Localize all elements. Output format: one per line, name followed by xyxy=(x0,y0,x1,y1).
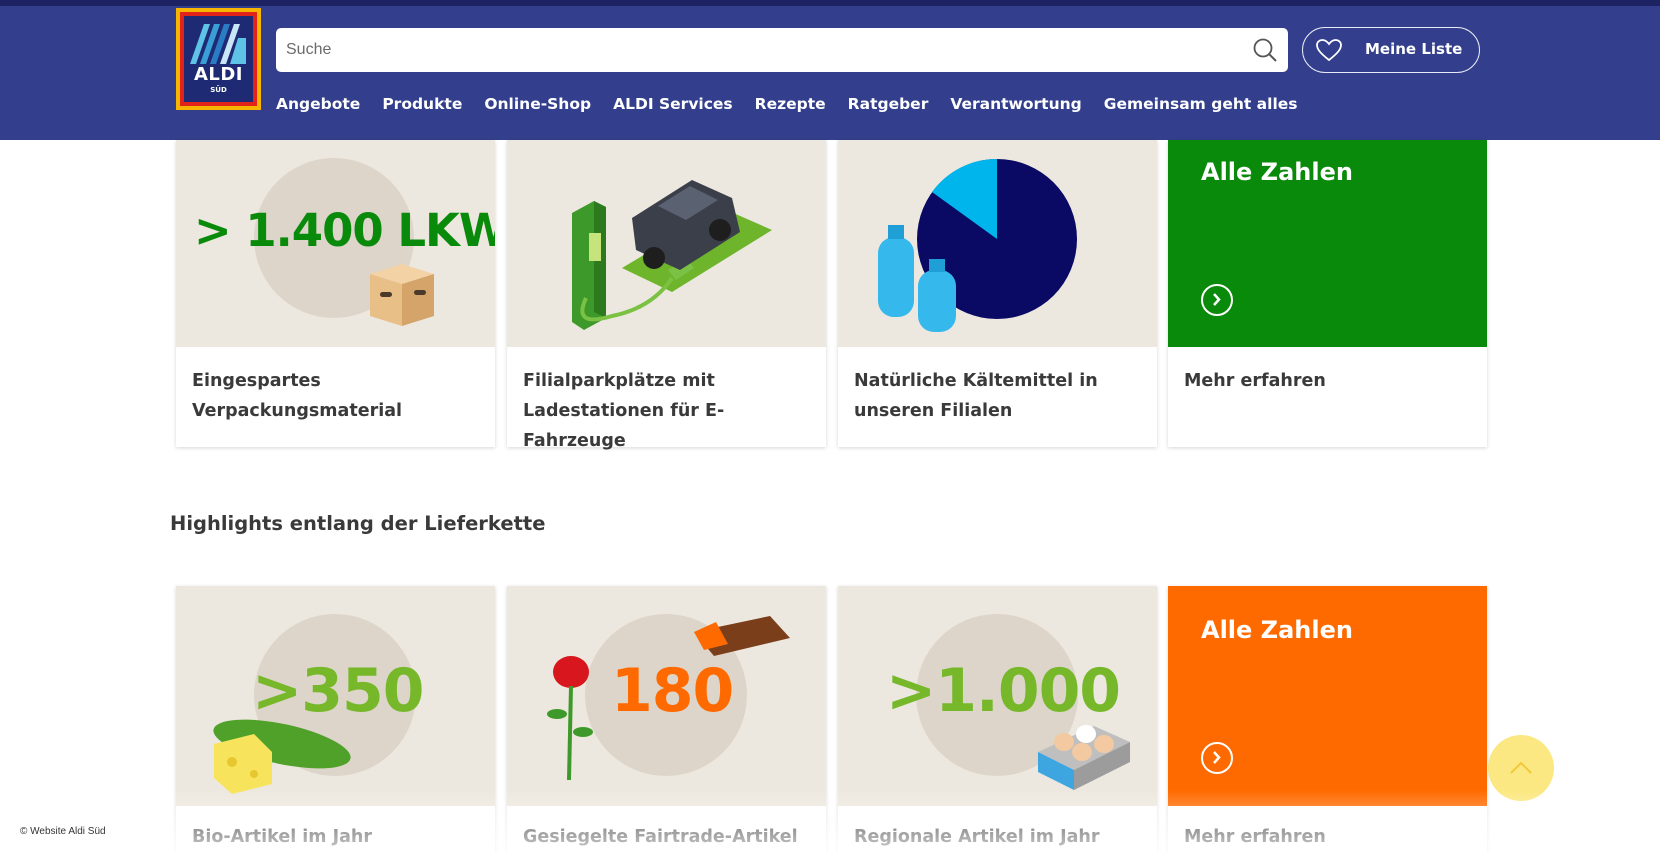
nav-produkte[interactable]: Produkte xyxy=(382,95,462,113)
chevron-up-icon xyxy=(1510,761,1532,774)
search-box xyxy=(276,28,1288,72)
rose-icon xyxy=(547,656,593,781)
card-title: Alle Zahlen xyxy=(1201,616,1353,644)
egg-carton-icon xyxy=(1038,725,1130,790)
chevron-right-icon[interactable] xyxy=(1201,284,1233,316)
search-icon[interactable] xyxy=(1252,37,1278,63)
logo-text: ALDI xyxy=(193,64,244,85)
card-image xyxy=(838,140,1157,347)
nav-gemeinsam-geht-alles[interactable]: Gemeinsam geht alles xyxy=(1104,95,1298,113)
card-headline: 180 xyxy=(611,656,734,726)
card-image xyxy=(507,140,826,347)
card-image: Alle Zahlen xyxy=(1168,140,1487,347)
card-caption: Mehr erfahren xyxy=(1184,827,1326,847)
stat-card-packaging[interactable]: > 1.400 LKW Eingespartes Verpackungsmate… xyxy=(176,140,495,447)
card-caption: Bio-Artikel im Jahr xyxy=(192,827,373,847)
wishlist-label: Meine Liste xyxy=(1365,40,1463,58)
nav-rezepte[interactable]: Rezepte xyxy=(755,95,826,113)
card-image: > 1.400 LKW xyxy=(176,140,495,347)
card-image: 180 xyxy=(507,586,826,806)
card-caption: Gesiegelte Fairtrade-Artikel im xyxy=(523,827,798,847)
main-nav: Angebote Produkte Online-Shop ALDI Servi… xyxy=(276,95,1320,113)
search-input[interactable] xyxy=(276,28,1236,72)
aldi-logo[interactable]: ALDI SÜD xyxy=(176,8,261,110)
chevron-right-icon[interactable] xyxy=(1201,742,1233,774)
heart-icon xyxy=(1316,39,1342,62)
gas-bottles-icon xyxy=(878,225,956,332)
cucumber-cheese-icon xyxy=(213,719,351,794)
stat-card-regional[interactable]: >1.000 Regionale Artikel im Jahr xyxy=(838,586,1157,852)
nav-angebote[interactable]: Angebote xyxy=(276,95,360,113)
card-caption: Filialparkplätze mit Ladestationen für E… xyxy=(523,371,725,451)
card-caption: Regionale Artikel im Jahr xyxy=(854,827,1100,847)
nav-aldi-services[interactable]: ALDI Services xyxy=(613,95,733,113)
card-title: Alle Zahlen xyxy=(1201,158,1353,186)
stat-card-fairtrade[interactable]: 180 Gesiegelte Fairtrade-Artikel im xyxy=(507,586,826,852)
logo-subtext: SÜD xyxy=(210,86,227,94)
stat-card-charging[interactable]: Filialparkplätze mit Ladestationen für E… xyxy=(507,140,826,451)
all-figures-card-orange[interactable]: Alle Zahlen Mehr erfahren xyxy=(1168,586,1487,852)
charging-car-icon xyxy=(572,180,772,330)
card-image: Alle Zahlen xyxy=(1168,586,1487,806)
card-image: >1.000 xyxy=(838,586,1157,806)
scroll-to-top-button[interactable] xyxy=(1488,735,1554,801)
logo-stripes-icon xyxy=(190,24,246,64)
card-image: >350 xyxy=(176,586,495,806)
header-top-line xyxy=(0,0,1660,6)
stat-card-organic[interactable]: >350 Bio-Artikel im Jahr xyxy=(176,586,495,852)
nav-online-shop[interactable]: Online-Shop xyxy=(484,95,591,113)
card-caption: Eingespartes Verpackungsmaterial xyxy=(192,371,403,421)
stat-card-refrigerants[interactable]: Natürliche Kältemittel in unseren Filial… xyxy=(838,140,1157,447)
section-title: Highlights entlang der Lieferkette xyxy=(170,512,546,535)
card-caption: Mehr erfahren xyxy=(1184,371,1326,391)
site-header: ALDI SÜD Meine Liste Angebote Produkte O… xyxy=(0,0,1660,140)
all-figures-card-green[interactable]: Alle Zahlen Mehr erfahren xyxy=(1168,140,1487,447)
wishlist-button[interactable]: Meine Liste xyxy=(1302,27,1480,73)
box-icon xyxy=(370,264,434,326)
chocolate-bar-icon xyxy=(694,616,790,656)
nav-ratgeber[interactable]: Ratgeber xyxy=(848,95,929,113)
card-caption: Natürliche Kältemittel in unseren Filial… xyxy=(854,371,1098,421)
card-headline: > 1.400 LKW xyxy=(194,204,495,257)
nav-verantwortung[interactable]: Verantwortung xyxy=(950,95,1081,113)
copyright-text: © Website Aldi Süd xyxy=(20,826,106,837)
